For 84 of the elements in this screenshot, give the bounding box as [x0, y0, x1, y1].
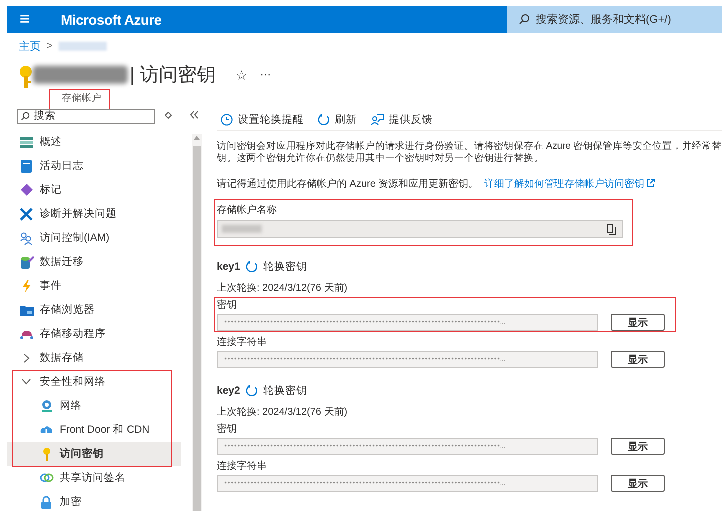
nav-item[interactable]: 存储移动程序 — [7, 322, 181, 346]
search-field[interactable]: 搜索资源、服务和文档(G+/) — [507, 6, 722, 33]
reminder-text: 请记得通过使用此存储帐户的 Azure 资源和应用更新密钥。 — [217, 179, 479, 190]
diamond-icon — [165, 112, 172, 118]
more-button[interactable]: ··· — [260, 69, 272, 81]
toolbar-button[interactable]: 提供反馈 — [371, 113, 433, 127]
feedback-icon — [371, 114, 384, 126]
chevron-down-icon — [22, 379, 31, 385]
description-text: 访问密钥会对应用程序对此存储帐户的请求进行身份验证。请将密钥保存在 Azure 密钥保管库等安全位置，并经常替 — [217, 141, 722, 153]
field-label: 连接字符串 — [217, 336, 267, 349]
search-field[interactable]: 搜索 — [17, 108, 155, 124]
redaction-blur — [222, 225, 262, 233]
nav-item[interactable]: 诊断并解决问题 — [7, 202, 181, 226]
last-rotated-text: 上次轮换: 2024/3/12(76 天前) — [217, 282, 349, 295]
folder-icon — [20, 304, 34, 316]
nav-group[interactable]: 安全性和网络 — [7, 370, 181, 394]
rotate-icon — [246, 261, 258, 273]
lock-icon — [41, 496, 52, 508]
show-button[interactable]: 显示 — [611, 475, 665, 492]
people-icon — [20, 232, 33, 244]
rotate-icon — [246, 385, 258, 397]
network-icon — [40, 400, 52, 412]
breadcrumb-separator: > — [47, 40, 53, 52]
nav-item[interactable]: 标记 — [7, 178, 181, 202]
rotate-key-button[interactable]: 轮换密钥 — [246, 260, 308, 274]
tag-icon — [20, 184, 32, 196]
copy-icon — [607, 224, 616, 234]
cloud-icon — [20, 328, 34, 340]
show-button[interactable]: 显示 — [611, 314, 665, 331]
description-text: 钥。这两个密钥允许你在仍然使用其中一个密钥时对另一个密钥进行替换。 — [217, 153, 545, 165]
overview-icon — [20, 136, 33, 148]
link-icon — [40, 473, 54, 483]
nav-item[interactable]: 事件 — [7, 274, 181, 298]
key-name: key1 — [217, 261, 240, 273]
key-icon — [19, 66, 33, 90]
nav-item[interactable]: 存储浏览器 — [7, 298, 181, 322]
field-label: 密钥 — [217, 422, 237, 436]
migration-icon — [20, 256, 34, 268]
nav-item[interactable]: 数据迁移 — [7, 250, 181, 274]
redaction-blur — [58, 42, 107, 50]
nav-item[interactable]: 加密 — [7, 490, 181, 513]
key-icon — [42, 448, 50, 460]
nav-item[interactable]: Front Door 和 CDN — [7, 418, 181, 442]
lightning-icon — [22, 280, 32, 292]
wrench-icon — [20, 208, 33, 220]
refresh-icon — [318, 114, 330, 126]
filter-button[interactable] — [165, 110, 172, 122]
show-button[interactable]: 显示 — [611, 438, 665, 455]
nav-item[interactable]: 网络 — [7, 394, 181, 418]
last-rotated-text: 上次轮换: 2024/3/12(76 天前) — [217, 406, 349, 419]
show-button[interactable]: 显示 — [611, 351, 665, 368]
cloud-icon — [40, 424, 53, 436]
nav-item[interactable]: 访问控制(IAM) — [7, 226, 181, 250]
clock-icon — [221, 114, 233, 126]
brand-name: Microsoft Azure — [61, 12, 162, 28]
nav-item[interactable]: 访问密钥 — [7, 442, 181, 466]
page-title: | 访问密钥 — [130, 64, 216, 88]
double-chevron-icon — [190, 110, 199, 118]
nav-item[interactable]: 概述 — [7, 130, 181, 154]
collapse-button[interactable] — [190, 110, 199, 122]
toolbar-button[interactable]: 刷新 — [318, 113, 357, 127]
scroll-up-icon — [194, 136, 200, 140]
toolbar-button[interactable]: 设置轮换提醒 — [221, 113, 304, 127]
nav-item[interactable]: 共享访问签名 — [7, 466, 181, 490]
account-name-field[interactable] — [217, 220, 623, 238]
rotate-key-button[interactable]: 轮换密钥 — [246, 384, 308, 398]
search-icon — [519, 14, 530, 25]
home-link[interactable]: 主页 — [19, 38, 41, 54]
field-label: 存储帐户名称 — [217, 204, 277, 217]
scrollbar[interactable] — [192, 134, 202, 511]
search-icon — [21, 112, 30, 120]
field-label: 密钥 — [217, 298, 237, 312]
nav-group[interactable]: 数据存储 — [7, 346, 181, 370]
learn-more-link[interactable]: 详细了解如何管理存储帐户访问密钥 — [484, 179, 656, 190]
favorite-button[interactable]: ☆ — [236, 68, 248, 82]
nav-item[interactable]: 活动日志 — [7, 154, 181, 178]
key-name: key2 — [217, 385, 240, 397]
field-label: 连接字符串 — [217, 460, 267, 473]
menu-button[interactable]: ≡ — [7, 9, 43, 30]
external-link-icon — [647, 179, 656, 187]
resource-type-label: 存储帐户 — [49, 89, 110, 110]
chevron-right-icon — [24, 354, 30, 362]
copy-button[interactable] — [607, 224, 616, 234]
log-icon — [21, 160, 32, 172]
